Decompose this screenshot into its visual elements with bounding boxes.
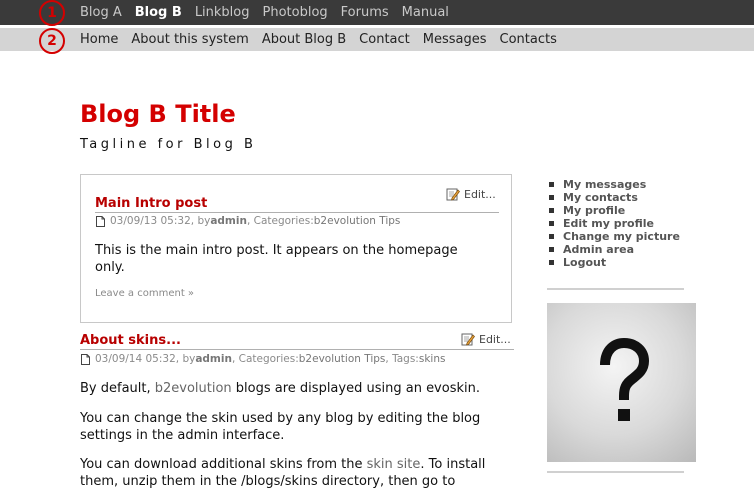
edit-post-button[interactable]: Edit...: [446, 187, 496, 201]
user-menu: My messages My contacts My profile Edit …: [549, 178, 680, 269]
bullet-icon: [549, 182, 554, 187]
annotation-marker-1: 1: [39, 0, 65, 26]
post-paragraph: You can download additional skins from t…: [80, 456, 505, 490]
post-meta: 03/09/14 05:32 , by admin , Categories: …: [81, 353, 445, 365]
bullet-icon: [549, 260, 554, 265]
post-paragraph: By default, b2evolution blogs are displa…: [80, 380, 510, 397]
menu-label: Logout: [563, 256, 607, 269]
menu-label: My contacts: [563, 191, 638, 204]
title-underline: [80, 349, 514, 350]
menu-label: Edit my profile: [563, 217, 654, 230]
page-nav: Home About this system About Blog B Cont…: [80, 28, 570, 51]
blog-tagline: Tagline for Blog B: [80, 137, 257, 152]
post-category[interactable]: b2evolution Tips: [314, 215, 401, 227]
menu-label: My messages: [563, 178, 647, 191]
categories-label: , Categories:: [246, 215, 314, 227]
nav-forums[interactable]: Forums: [341, 5, 389, 20]
menu-item-my-messages[interactable]: My messages: [549, 178, 680, 191]
title-underline: [95, 212, 499, 213]
post-body: This is the main intro post. It appears …: [95, 243, 458, 275]
nav-contacts[interactable]: Contacts: [500, 32, 557, 47]
bullet-icon: [549, 195, 554, 200]
menu-label: Admin area: [563, 243, 635, 256]
b2evolution-link[interactable]: b2evolution: [155, 381, 232, 396]
skin-site-link[interactable]: skin site: [367, 457, 421, 472]
nav-about-system[interactable]: About this system: [131, 32, 248, 47]
bullet-icon: [549, 234, 554, 239]
menu-label: Change my picture: [563, 230, 680, 243]
tags-label: , Tags:: [385, 353, 419, 365]
post-tag[interactable]: skins: [419, 353, 446, 365]
permalink-icon[interactable]: [81, 353, 90, 365]
bullet-icon: [549, 247, 554, 252]
post-date: 03/09/13 05:32: [110, 215, 191, 227]
blog-nav: Blog A Blog B Linkblog Photoblog Forums …: [80, 0, 462, 25]
edit-label: Edit...: [479, 332, 511, 346]
edit-post-button[interactable]: Edit...: [461, 332, 511, 346]
nav-blog-a[interactable]: Blog A: [80, 5, 122, 20]
question-mark-icon: [600, 337, 650, 421]
by-label: , by: [175, 353, 196, 365]
bullet-icon: [549, 208, 554, 213]
categories-label: , Categories:: [231, 353, 299, 365]
post-paragraph: You can change the skin used by any blog…: [80, 411, 481, 443]
paragraph-text: You can download additional skins from t…: [80, 457, 367, 472]
post-date: 03/09/14 05:32: [95, 353, 176, 365]
post-title[interactable]: About skins...: [80, 333, 181, 348]
edit-label: Edit...: [464, 187, 496, 201]
menu-item-my-contacts[interactable]: My contacts: [549, 191, 680, 204]
menu-item-logout[interactable]: Logout: [549, 256, 680, 269]
edit-pencil-icon: [461, 333, 475, 346]
avatar[interactable]: [547, 303, 696, 462]
nav-photoblog[interactable]: Photoblog: [263, 5, 328, 20]
leave-comment-link[interactable]: Leave a comment »: [95, 288, 194, 299]
paragraph-text: blogs are displayed using an evoskin.: [231, 381, 480, 396]
sidebar-divider: [547, 471, 684, 473]
paragraph-text: By default,: [80, 381, 155, 396]
post-category[interactable]: b2evolution Tips: [299, 353, 386, 365]
edit-pencil-icon: [446, 188, 460, 201]
featured-post: Edit... Main Intro post 03/09/13 05:32 ,…: [80, 174, 512, 323]
nav-about-blog[interactable]: About Blog B: [262, 32, 346, 47]
permalink-icon[interactable]: [96, 215, 105, 227]
menu-item-change-picture[interactable]: Change my picture: [549, 230, 680, 243]
nav-blog-b[interactable]: Blog B: [135, 5, 182, 20]
bullet-icon: [549, 221, 554, 226]
menu-item-my-profile[interactable]: My profile: [549, 204, 680, 217]
nav-manual[interactable]: Manual: [402, 5, 449, 20]
nav-home[interactable]: Home: [80, 32, 118, 47]
post-title[interactable]: Main Intro post: [95, 196, 207, 211]
post-meta: 03/09/13 05:32 , by admin , Categories: …: [96, 215, 400, 227]
post-author[interactable]: admin: [210, 215, 247, 227]
menu-label: My profile: [563, 204, 626, 217]
menu-item-edit-profile[interactable]: Edit my profile: [549, 217, 680, 230]
nav-messages[interactable]: Messages: [423, 32, 487, 47]
nav-linkblog[interactable]: Linkblog: [195, 5, 250, 20]
menu-item-admin-area[interactable]: Admin area: [549, 243, 680, 256]
nav-contact[interactable]: Contact: [359, 32, 410, 47]
post-author[interactable]: admin: [195, 353, 232, 365]
by-label: , by: [190, 215, 211, 227]
sidebar-divider: [547, 288, 684, 290]
blog-title[interactable]: Blog B Title: [80, 100, 236, 128]
annotation-marker-2: 2: [39, 28, 65, 54]
